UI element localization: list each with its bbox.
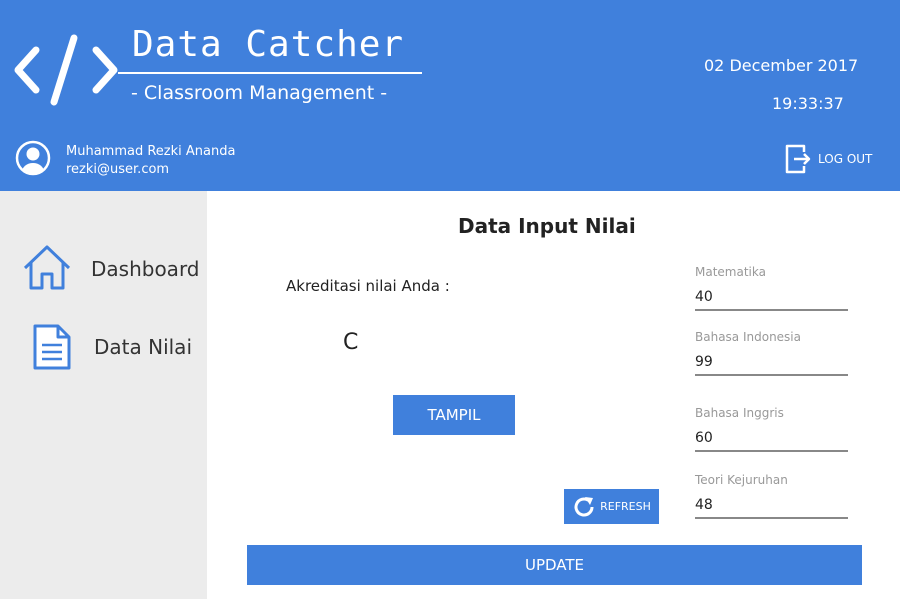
current-time: 19:33:37	[772, 94, 844, 113]
field-matematika: Matematika	[695, 265, 848, 311]
akreditasi-label: Akreditasi nilai Anda :	[286, 277, 450, 295]
bahasa-indonesia-input[interactable]	[695, 344, 848, 376]
user-name: Muhammad Rezki Ananda	[66, 144, 236, 159]
sidebar: Dashboard Data Nilai	[0, 191, 207, 599]
sidebar-item-label: Data Nilai	[94, 335, 192, 359]
field-label: Bahasa Indonesia	[695, 330, 801, 344]
logout-label: LOG OUT	[818, 152, 873, 166]
document-icon	[33, 324, 71, 370]
title-divider	[118, 72, 422, 74]
sidebar-item-data-nilai[interactable]: Data Nilai	[0, 317, 207, 377]
teori-kejuruhan-input[interactable]	[695, 487, 848, 519]
update-button[interactable]: UPDATE	[247, 545, 862, 585]
home-icon	[23, 245, 71, 290]
field-label: Bahasa Inggris	[695, 406, 784, 420]
avatar-icon	[15, 140, 51, 176]
user-email: rezki@user.com	[66, 162, 170, 177]
app-subtitle: - Classroom Management -	[131, 82, 388, 104]
code-brackets-icon	[14, 34, 118, 106]
sidebar-item-label: Dashboard	[91, 257, 200, 281]
grade-value: C	[343, 330, 359, 355]
page-title: Data Input Nilai	[458, 214, 636, 238]
field-label: Teori Kejuruhan	[695, 473, 788, 487]
app-title: Data Catcher	[132, 24, 405, 65]
sidebar-item-dashboard[interactable]: Dashboard	[0, 239, 207, 299]
field-teori-kejuruhan: Teori Kejuruhan	[695, 473, 848, 519]
refresh-button[interactable]: REFRESH	[564, 489, 659, 524]
logout-button[interactable]: LOG OUT	[784, 143, 872, 175]
refresh-icon	[574, 496, 594, 516]
field-bahasa-inggris: Bahasa Inggris	[695, 406, 848, 452]
app-header: Data Catcher - Classroom Management - 02…	[0, 0, 900, 191]
logout-icon	[785, 144, 811, 174]
refresh-label: REFRESH	[600, 500, 651, 513]
bahasa-inggris-input[interactable]	[695, 420, 848, 452]
matematika-input[interactable]	[695, 279, 848, 311]
field-bahasa-indonesia: Bahasa Indonesia	[695, 330, 848, 376]
field-label: Matematika	[695, 265, 766, 279]
tampil-button[interactable]: TAMPIL	[393, 395, 515, 435]
current-date: 02 December 2017	[704, 56, 859, 75]
